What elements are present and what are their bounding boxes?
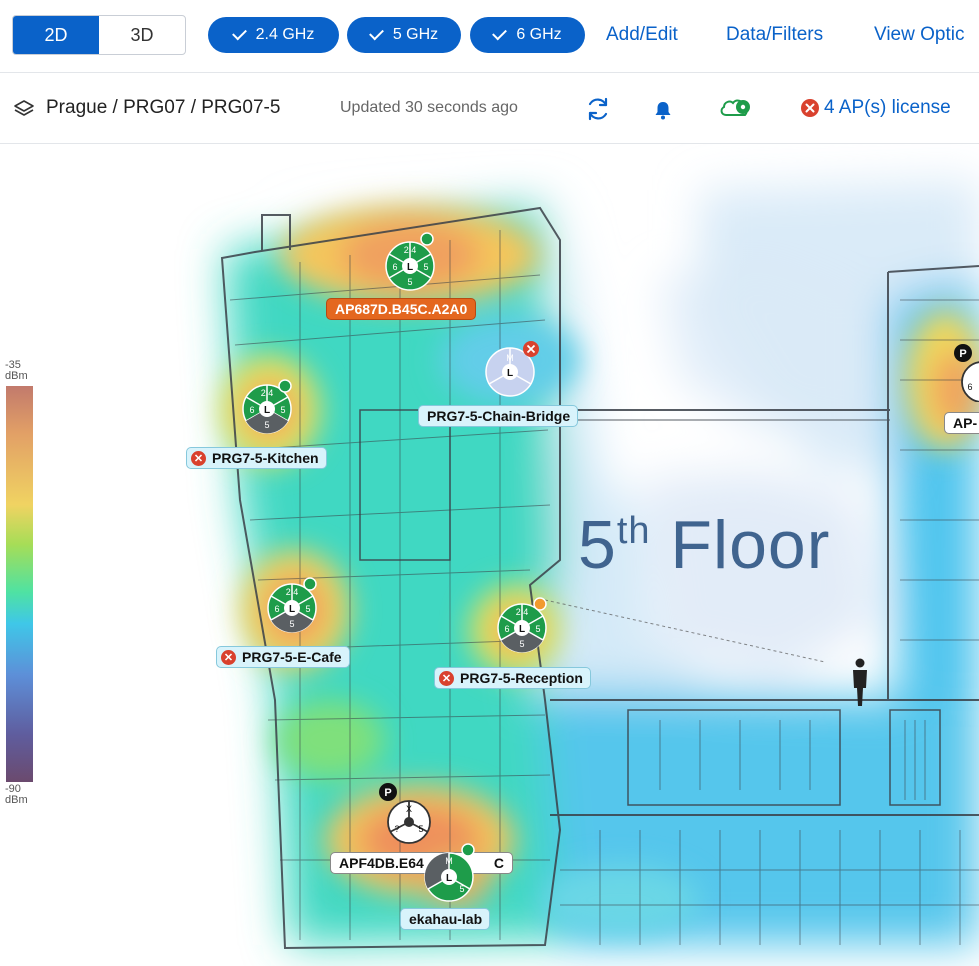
ap-label-ap-partial[interactable]: AP-: [944, 412, 979, 434]
svg-text:2.4: 2.4: [516, 607, 529, 617]
view-3d-button[interactable]: 3D: [99, 16, 185, 54]
svg-text:6: 6: [274, 604, 279, 614]
floor-label: 5th Floor: [578, 507, 831, 583]
svg-text:5: 5: [289, 619, 294, 629]
svg-text:L: L: [407, 262, 413, 273]
svg-text:6: 6: [392, 262, 397, 272]
svg-text:5: 5: [264, 420, 269, 430]
license-alert-link[interactable]: 4 AP(s) license: [824, 97, 951, 119]
svg-text:5: 5: [280, 405, 285, 415]
svg-text:5: 5: [535, 624, 540, 634]
check-icon: [231, 25, 247, 41]
ap-marker-kitchen[interactable]: L 2.4 6 5 5: [240, 376, 300, 436]
ap-label-reception[interactable]: ✕ PRG7-5-Reception: [434, 667, 591, 689]
svg-text:L: L: [507, 368, 513, 379]
ap-label-ekahau-lab[interactable]: ekahau-lab: [400, 908, 491, 930]
band-filter-24ghz[interactable]: 2.4 GHz: [208, 17, 339, 53]
refresh-icon[interactable]: [584, 95, 612, 123]
svg-text:6: 6: [249, 405, 254, 415]
ap-marker-e-cafe[interactable]: L 2.4 6 5 5: [266, 574, 326, 636]
svg-text:6: 6: [504, 624, 509, 634]
add-edit-link[interactable]: Add/Edit: [606, 24, 678, 46]
breadcrumb[interactable]: Prague / PRG07 / PRG07-5: [46, 97, 280, 119]
view-2d-button[interactable]: 2D: [13, 16, 99, 54]
error-icon: ✕: [191, 450, 206, 466]
svg-text:2.4: 2.4: [404, 245, 417, 255]
view-options-link[interactable]: View Optic: [874, 24, 964, 46]
signal-strength-legend: [6, 386, 33, 782]
bell-icon[interactable]: [653, 99, 673, 121]
svg-text:M: M: [445, 856, 453, 866]
svg-text:5: 5: [459, 884, 464, 894]
floor-map[interactable]: -35 dBm -90 dBm 5th Floor: [0, 144, 979, 966]
svg-text:P: P: [384, 787, 391, 799]
svg-text:X: X: [406, 804, 412, 814]
last-updated-text: Updated 30 seconds ago: [340, 99, 518, 116]
ap-label-e-cafe[interactable]: ✕ PRG7-5-E-Cafe: [216, 646, 350, 668]
legend-bottom-label: -90 dBm: [5, 783, 28, 806]
band-filter-5ghz[interactable]: 5 GHz: [347, 17, 461, 53]
legend-top-label: -35 dBm: [5, 359, 28, 382]
svg-text:M: M: [506, 353, 514, 363]
svg-text:2.4: 2.4: [286, 587, 299, 597]
svg-text:2.4: 2.4: [261, 388, 274, 398]
ap-marker-ap-partial[interactable]: P 6: [950, 342, 979, 402]
error-icon: ✕: [221, 649, 236, 665]
svg-text:L: L: [446, 873, 452, 884]
ap-label-ap687d[interactable]: AP687D.B45C.A2A0: [326, 298, 477, 320]
band-filter-6ghz[interactable]: 6 GHz: [470, 17, 585, 53]
floor-map-panel: 2D 3D 2.4 GHz 5 GHz 6 GHz Add/Edit Data/…: [0, 0, 979, 966]
view-mode-toggle[interactable]: 2D 3D: [12, 15, 186, 55]
check-icon: [368, 25, 384, 41]
svg-text:5: 5: [519, 639, 524, 649]
svg-text:?: ?: [394, 824, 399, 834]
check-icon: [492, 25, 508, 41]
ap-marker-ap687d[interactable]: L 2.4 6 5 5: [380, 232, 446, 292]
svg-text:P: P: [959, 348, 966, 360]
heatmap-layer: [220, 180, 979, 950]
svg-text:L: L: [289, 604, 295, 615]
svg-text:L: L: [519, 624, 525, 635]
svg-text:5: 5: [423, 262, 428, 272]
ap-label-chain-bridge[interactable]: PRG7-5-Chain-Bridge: [418, 405, 579, 427]
svg-text:L: L: [264, 405, 270, 416]
layers-icon: [14, 100, 34, 116]
svg-text:6: 6: [967, 382, 972, 392]
ap-marker-apf4db[interactable]: P X ? 5: [376, 782, 438, 848]
svg-text:5: 5: [418, 824, 423, 834]
ap-label-kitchen[interactable]: ✕ PRG7-5-Kitchen: [186, 447, 327, 469]
ap-marker-reception[interactable]: L 2.4 6 5 5: [494, 594, 554, 656]
data-filters-link[interactable]: Data/Filters: [726, 24, 823, 46]
svg-text:5: 5: [305, 604, 310, 614]
ap-marker-chain-bridge[interactable]: L M: [482, 340, 544, 400]
ap-marker-ekahau-lab[interactable]: L M 5: [422, 840, 482, 904]
error-icon: ✕: [439, 670, 454, 686]
cloud-status-icon[interactable]: [718, 96, 756, 120]
license-error-icon: [801, 99, 819, 117]
svg-text:5: 5: [407, 277, 412, 287]
